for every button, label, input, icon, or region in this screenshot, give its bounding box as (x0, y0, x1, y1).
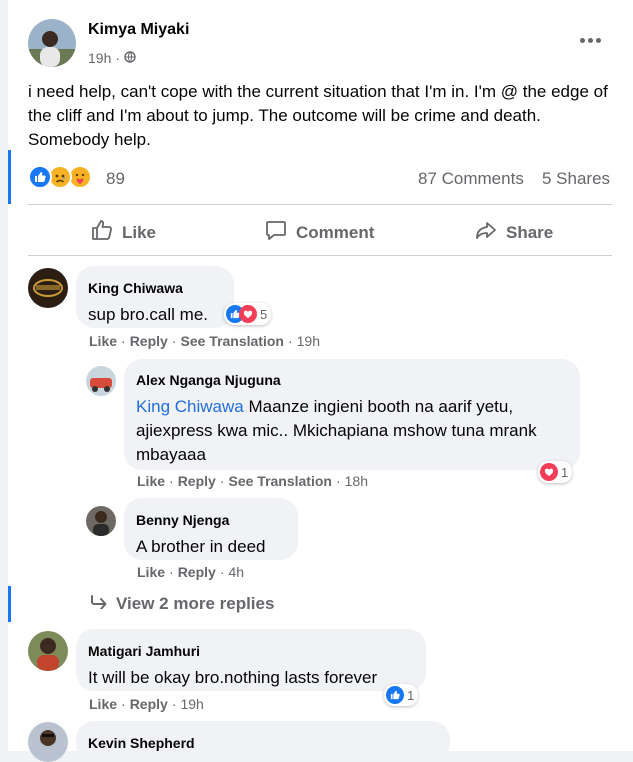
like-icon (386, 686, 404, 704)
comment-like-link[interactable]: Like (89, 696, 117, 712)
mention-link[interactable]: King Chiwawa (136, 397, 244, 416)
comment-bubble: King Chiwawa sup bro.call me. (76, 266, 234, 328)
comment-time[interactable]: 19h (297, 333, 320, 349)
see-translation-link[interactable]: See Translation (228, 473, 331, 489)
commenter-name[interactable]: Kevin Shepherd (88, 729, 438, 752)
reply-text: King Chiwawa Maanze ingieni booth na aar… (136, 397, 537, 464)
comment-time[interactable]: 19h (180, 696, 203, 712)
commenter-avatar[interactable] (28, 631, 68, 671)
love-icon (239, 305, 257, 323)
comment-like-link[interactable]: Like (89, 333, 117, 349)
reply-text: A brother in deed (136, 537, 266, 556)
comment-bubble: Matigari Jamhuri It will be okay bro.not… (76, 629, 426, 691)
comment-bubble: Kevin Shepherd (76, 721, 450, 761)
focus-indicator (8, 586, 11, 622)
post-author-name[interactable]: Kimya Miyaki (88, 21, 189, 39)
post-meta: 19h · (88, 50, 136, 66)
post-time[interactable]: 19h (88, 50, 111, 66)
like-button[interactable]: Like (90, 218, 156, 247)
globe-icon (124, 50, 136, 66)
comment-text: It will be okay bro.nothing lasts foreve… (88, 668, 378, 687)
author-avatar[interactable] (28, 19, 76, 67)
comment-reply-link[interactable]: Reply (130, 696, 168, 712)
comment-reply-link[interactable]: Reply (130, 333, 168, 349)
reply-like-link[interactable]: Like (137, 564, 165, 580)
commenter-avatar[interactable] (28, 722, 68, 762)
shares-count[interactable]: 5 Shares (542, 169, 610, 189)
reactions-summary[interactable] (28, 164, 108, 190)
comment-reaction-count: 1 (407, 687, 415, 703)
comment-button[interactable]: Comment (264, 218, 374, 247)
share-icon (474, 218, 498, 247)
love-icon (540, 463, 558, 481)
reply-reply-link[interactable]: Reply (178, 473, 216, 489)
commenter-name[interactable]: King Chiwawa (88, 274, 222, 297)
post-text: i need help, can't cope with the current… (28, 82, 608, 149)
reply-bubble: Benny Njenga A brother in deed (124, 498, 298, 560)
more-options-icon[interactable] (576, 30, 604, 50)
reply-actions: Like · Reply · 4h (137, 564, 245, 580)
reactions-count[interactable]: 89 (106, 169, 125, 189)
commenter-name[interactable]: Alex Nganga Njuguna (136, 367, 568, 389)
commenter-avatar[interactable] (86, 506, 116, 536)
view-more-replies-link[interactable]: View 2 more replies (90, 594, 274, 614)
focus-indicator (8, 150, 11, 204)
comment-actions: Like · Reply · 19h (89, 696, 204, 712)
reply-arrow-icon (90, 594, 108, 614)
like-icon (28, 165, 52, 189)
reply-actions: Like · Reply · See Translation · 18h (137, 473, 368, 489)
divider (28, 204, 612, 205)
comment-button-label: Comment (296, 222, 375, 242)
comment-reaction-count: 5 (260, 306, 268, 322)
share-button[interactable]: Share (474, 218, 553, 247)
reply-time[interactable]: 4h (228, 564, 244, 580)
like-button-label: Like (122, 222, 157, 242)
divider (28, 255, 612, 256)
reply-time[interactable]: 18h (345, 473, 368, 489)
commenter-name[interactable]: Benny Njenga (136, 506, 286, 529)
reply-reply-link[interactable]: Reply (178, 564, 216, 580)
commenter-name[interactable]: Matigari Jamhuri (88, 637, 414, 660)
commenter-avatar[interactable] (86, 366, 116, 396)
share-button-label: Share (506, 222, 554, 242)
separator: · (115, 50, 121, 66)
reply-bubble: Alex Nganga Njuguna King Chiwawa Maanze … (124, 359, 580, 470)
comments-count[interactable]: 87 Comments (418, 169, 524, 189)
comment-reactions[interactable]: 5 (224, 303, 272, 325)
comment-actions: Like · Reply · See Translation · 19h (89, 333, 320, 349)
commenter-avatar[interactable] (28, 268, 68, 308)
reply-like-link[interactable]: Like (137, 473, 165, 489)
comment-reactions[interactable]: 1 (384, 684, 419, 706)
reply-reactions[interactable]: 1 (538, 461, 573, 483)
reply-reaction-count: 1 (561, 464, 569, 480)
comment-icon (264, 218, 288, 247)
see-translation-link[interactable]: See Translation (180, 333, 283, 349)
comment-text: sup bro.call me. (88, 305, 208, 324)
thumbs-up-icon (90, 218, 114, 247)
